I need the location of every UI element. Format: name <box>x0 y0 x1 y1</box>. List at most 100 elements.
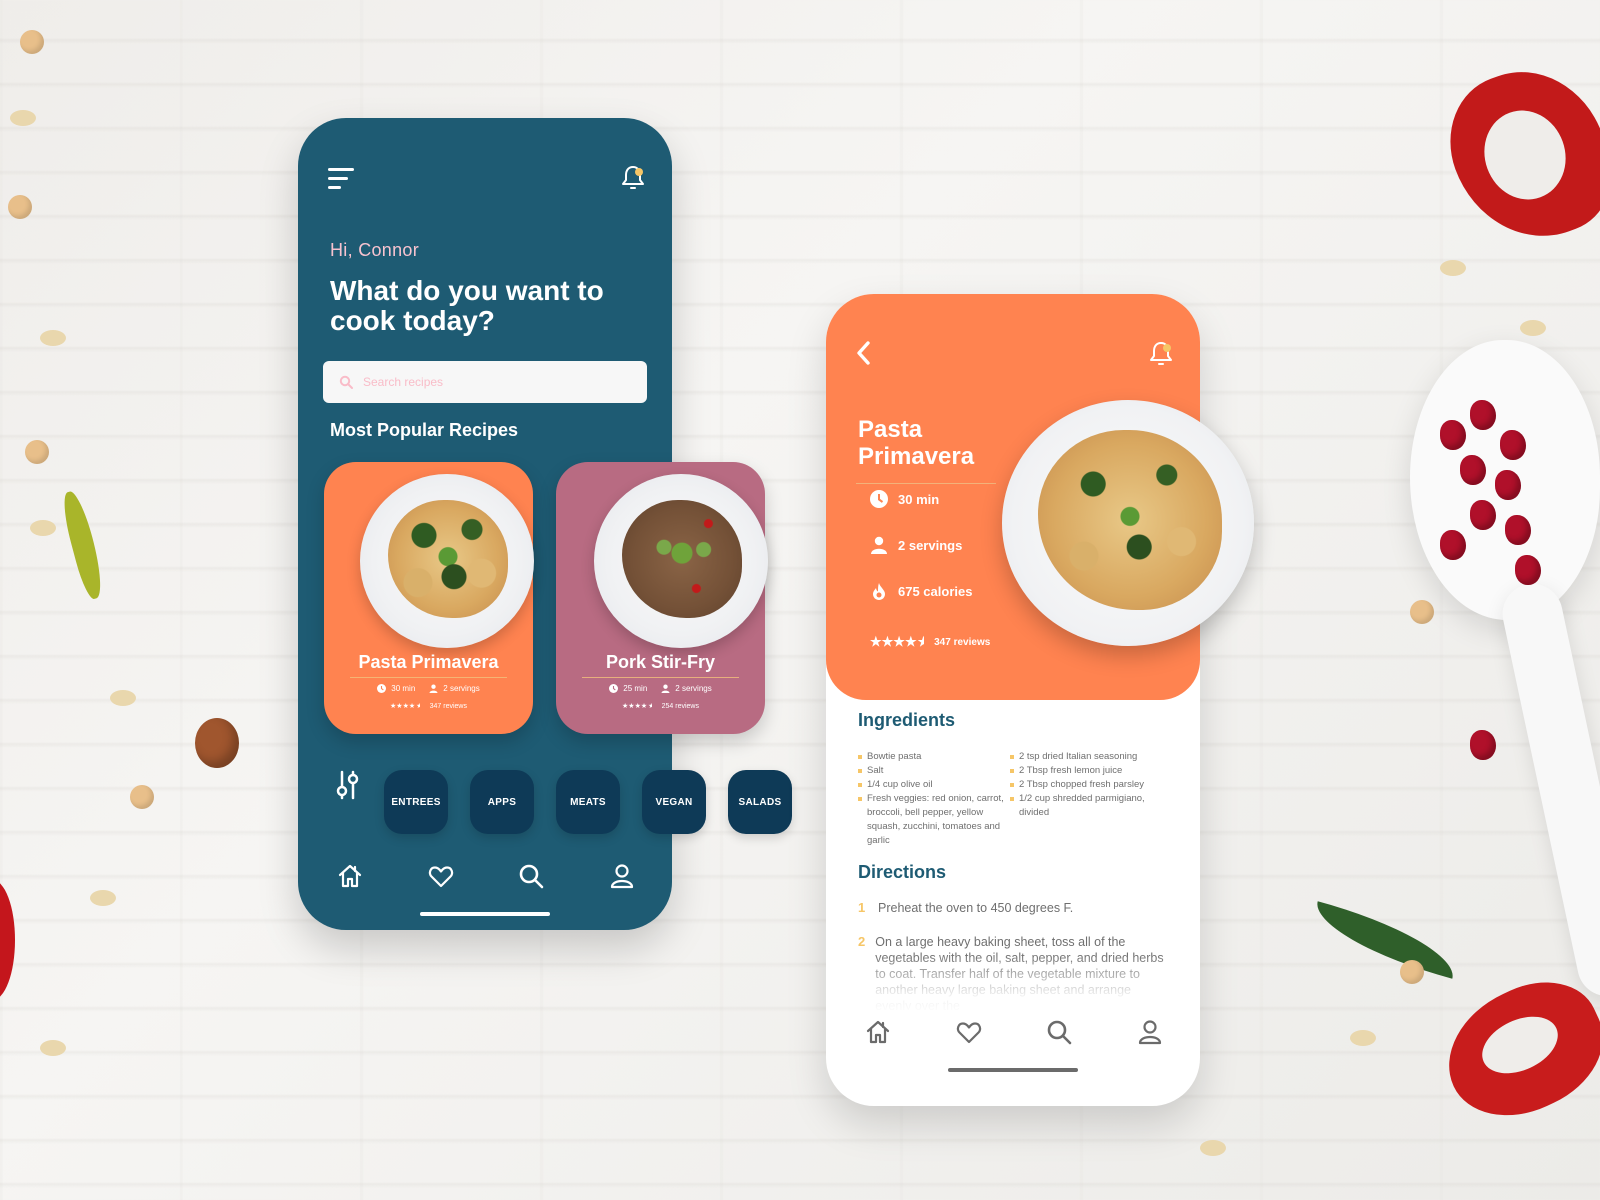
home-icon[interactable] <box>864 1018 892 1046</box>
pomegranate-seed <box>1505 515 1531 545</box>
recipe-time: 30 min <box>391 684 416 693</box>
recipe-image <box>360 474 534 648</box>
time-info: 30 min <box>870 490 939 508</box>
divider <box>582 677 739 678</box>
chickpea-decoration <box>25 440 49 464</box>
heart-icon[interactable] <box>427 862 455 890</box>
section-title: Most Popular Recipes <box>330 420 519 440</box>
ingredients-list-left: Bowtie pasta Salt 1/4 cup olive oil Fres… <box>858 750 1008 848</box>
oat-decoration <box>40 1040 66 1056</box>
review-count: 347 reviews <box>429 702 467 710</box>
pomegranate-seed <box>1440 420 1466 450</box>
ingredient-item: 1/4 cup olive oil <box>858 778 1008 792</box>
home-screen: Hi, Connor What do you want to cook toda… <box>298 118 792 930</box>
oat-decoration <box>90 890 116 906</box>
search-bar[interactable] <box>323 361 647 403</box>
step-number: 1 <box>858 900 866 915</box>
recipe-card[interactable]: Pork Stir-Fry 25 min 2 servings ★★★★ ★ 25… <box>556 462 768 734</box>
hazelnut-decoration <box>195 718 239 768</box>
category-vegan[interactable]: VEGAN <box>642 770 706 834</box>
oat-decoration <box>110 690 136 706</box>
star-rating: ★★★★ ★ <box>622 703 652 710</box>
search-icon[interactable] <box>517 862 545 890</box>
oat-decoration <box>10 110 36 126</box>
ingredient-item: Fresh veggies: red onion, carrot, brocco… <box>858 792 1008 848</box>
pomegranate-seed <box>1440 530 1466 560</box>
servings-info: 2 servings <box>870 536 962 554</box>
basil-leaf-decoration <box>1307 901 1463 979</box>
chickpea-decoration <box>1400 960 1424 984</box>
calories-info: 675 calories <box>870 582 972 600</box>
profile-icon[interactable] <box>1136 1018 1164 1046</box>
page-headline: What do you want to cook today? <box>330 275 604 336</box>
ingredient-item: Salt <box>858 764 1008 778</box>
direction-step: 1 Preheat the oven to 450 degrees F. <box>858 900 1168 916</box>
pomegranate-seed <box>1470 400 1496 430</box>
back-arrow-icon[interactable] <box>854 340 874 366</box>
category-salads[interactable]: SALADS <box>728 770 792 834</box>
ingredient-item: 2 Tbsp chopped fresh parsley <box>1010 778 1170 792</box>
star-rating: ★★★★ ★ <box>870 634 925 649</box>
chili-decoration <box>58 489 108 601</box>
category-apps[interactable]: APPS <box>470 770 534 834</box>
flame-icon <box>873 583 885 600</box>
spoon-handle-decoration <box>1496 578 1600 1002</box>
ingredient-item: 1/2 cup shredded parmigiano, divided <box>1010 792 1170 820</box>
recipe-title: Pork Stir-Fry <box>605 652 716 672</box>
ingredient-item: 2 Tbsp fresh lemon juice <box>1010 764 1170 778</box>
scroll-fade <box>826 954 1200 1014</box>
greeting-text: Hi, Connor <box>330 240 420 260</box>
person-icon <box>871 536 887 554</box>
notification-bell-icon[interactable] <box>1148 340 1174 368</box>
clock-icon <box>609 684 619 693</box>
profile-icon[interactable] <box>608 862 636 890</box>
home-icon[interactable] <box>336 862 364 890</box>
recipe-servings: 2 servings <box>675 684 712 693</box>
person-icon <box>661 684 670 693</box>
recipe-servings: 2 servings <box>443 684 480 693</box>
category-meats[interactable]: MEATS <box>556 770 620 834</box>
rating-row: ★★★★ ★ 347 reviews <box>870 634 990 650</box>
ingredient-item: 2 tsp dried Italian seasoning <box>1010 750 1170 764</box>
pomegranate-seed <box>1495 470 1521 500</box>
heart-icon[interactable] <box>955 1018 983 1046</box>
chickpea-decoration <box>20 30 44 54</box>
oat-decoration <box>1350 1030 1376 1046</box>
recipe-title: Pasta Primavera <box>358 652 499 672</box>
oat-decoration <box>40 330 66 346</box>
review-count: 254 reviews <box>661 702 699 710</box>
pomegranate-seed <box>1470 730 1496 760</box>
pomegranate-seed <box>1515 555 1541 585</box>
ingredients-list-right: 2 tsp dried Italian seasoning 2 Tbsp fre… <box>1010 750 1170 820</box>
star-rating: ★★★★ ★ <box>390 703 420 710</box>
bottom-nav <box>336 862 636 890</box>
search-icon[interactable] <box>1045 1018 1073 1046</box>
filter-sliders-icon[interactable] <box>334 770 362 800</box>
oat-decoration <box>1440 260 1466 276</box>
search-icon <box>339 375 353 389</box>
notification-bell-icon[interactable] <box>620 164 646 192</box>
chickpea-decoration <box>130 785 154 809</box>
oat-decoration <box>30 520 56 536</box>
recipe-card[interactable]: Pasta Primavera 30 min 2 servings ★★★★ ★ … <box>324 462 534 734</box>
menu-icon[interactable] <box>328 168 356 190</box>
recipe-time: 25 min <box>623 684 648 693</box>
ingredient-item: Bowtie pasta <box>858 750 1008 764</box>
person-icon <box>429 684 438 693</box>
pomegranate-seed <box>1460 455 1486 485</box>
recipe-hero-image <box>1002 400 1254 646</box>
divider <box>856 483 996 484</box>
category-entrees[interactable]: ENTREES <box>384 770 448 834</box>
pomegranate-seed <box>1470 500 1496 530</box>
recipe-detail-screen: Pasta Primavera 30 min 2 servings 675 ca… <box>826 294 1254 1106</box>
ingredients-heading: Ingredients <box>858 710 956 730</box>
home-indicator <box>948 1068 1078 1072</box>
bottom-nav <box>864 1018 1164 1046</box>
red-pepper-decoration <box>0 880 15 1000</box>
recipe-image <box>594 474 768 648</box>
home-indicator <box>420 912 550 916</box>
search-input[interactable] <box>363 375 623 389</box>
directions-heading: Directions <box>858 862 947 882</box>
oat-decoration <box>1520 320 1546 336</box>
oat-decoration <box>1200 1140 1226 1156</box>
